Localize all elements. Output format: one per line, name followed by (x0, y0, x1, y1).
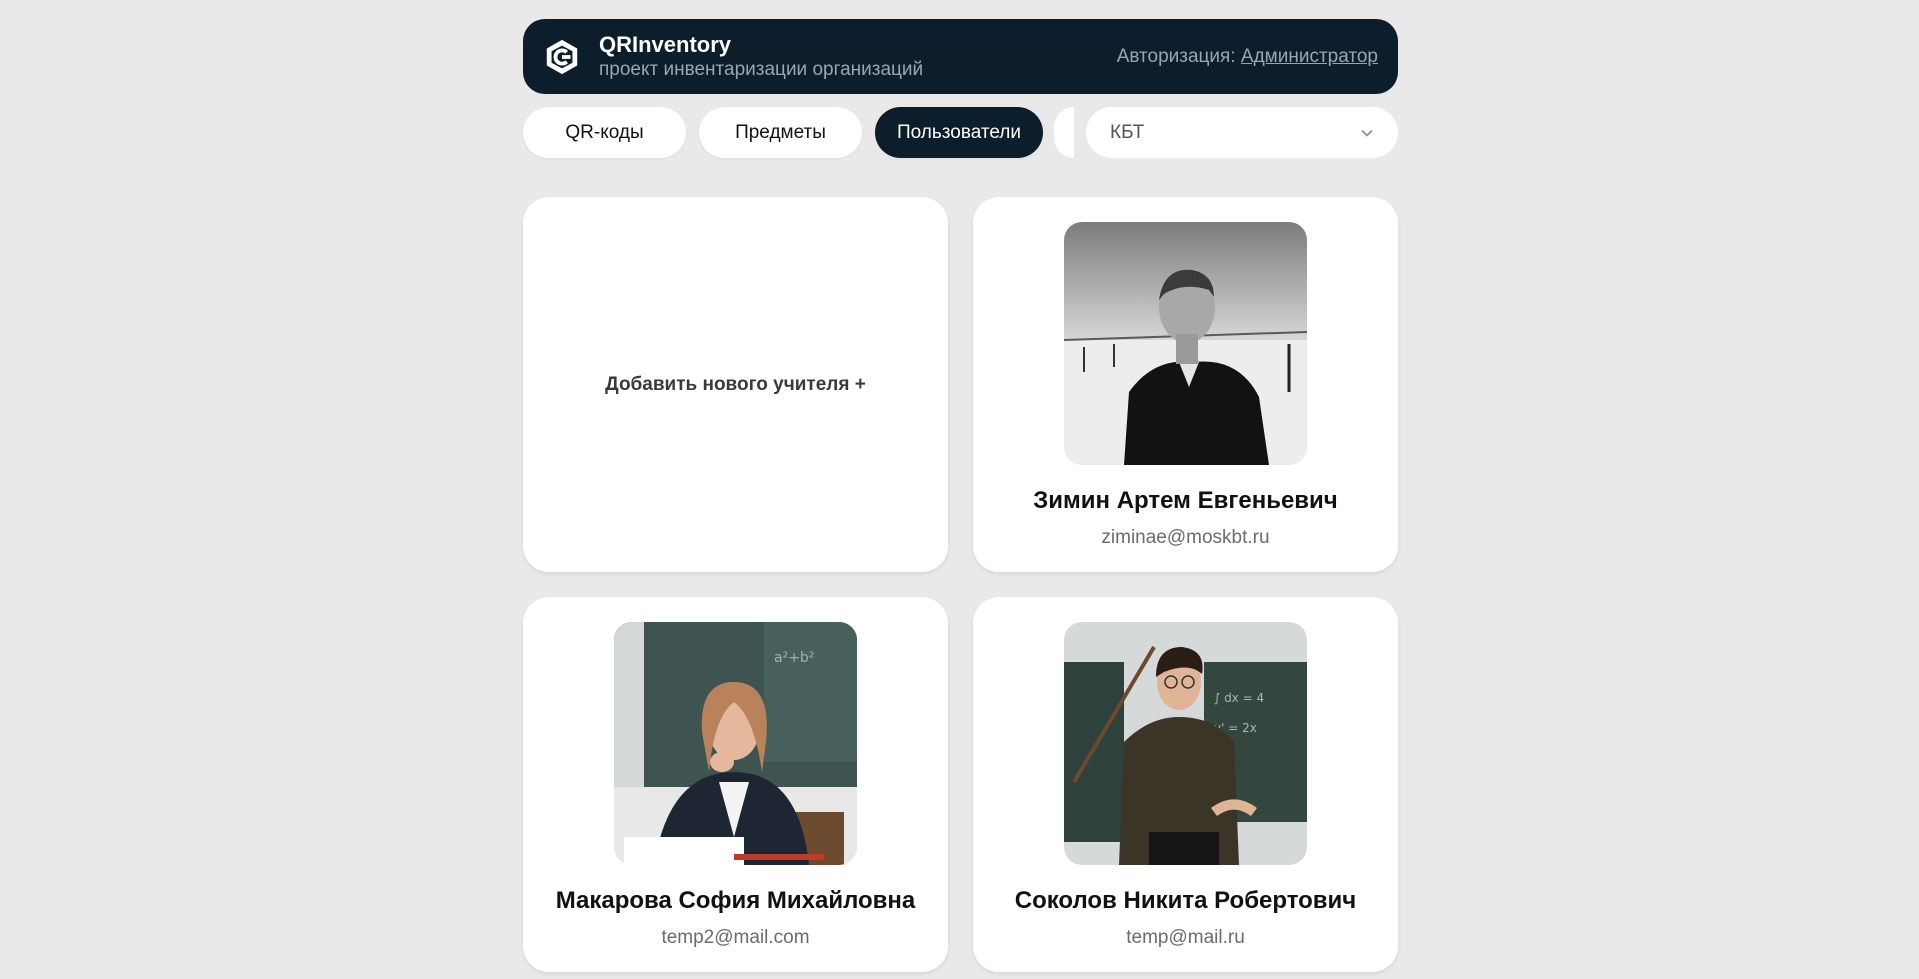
organization-select[interactable]: КБТ (1086, 107, 1398, 158)
chevron-down-icon (1361, 129, 1373, 137)
app-header: QRInventory проект инвентаризации органи… (523, 19, 1398, 94)
tab-qr-codes[interactable]: QR-коды (523, 107, 686, 158)
tab-items[interactable]: Предметы (699, 107, 862, 158)
user-card[interactable]: Зимин Артем Евгеньевич ziminae@moskbt.ru (973, 197, 1398, 572)
user-avatar: ∫ dx = 4 y' = 2x (1064, 622, 1307, 865)
app-name: QRInventory (599, 31, 732, 57)
user-name: Соколов Никита Робертович (1014, 887, 1357, 914)
organization-select-value: КБТ (1110, 121, 1145, 143)
add-teacher-label: Добавить нового учителя + (605, 373, 866, 395)
svg-text:∫ dx = 4: ∫ dx = 4 (1214, 691, 1264, 705)
nav-tabs: QR-коды Предметы Пользователи КБТ (523, 107, 1398, 158)
tab-users[interactable]: Пользователи (875, 107, 1043, 158)
user-email: temp@mail.ru (1126, 927, 1245, 948)
user-name: Макарова София Михайловна (555, 887, 916, 914)
user-card[interactable]: a²+b² Макарова София Михайловна temp2@ma… (523, 597, 948, 972)
brand: QRInventory проект инвентаризации органи… (599, 32, 923, 81)
tabs-separator (1054, 107, 1074, 158)
auth-info: Авторизация: Администратор (1117, 46, 1378, 68)
user-avatar (1064, 222, 1307, 465)
page-container: QRInventory проект инвентаризации органи… (523, 19, 1398, 972)
user-name: Зимин Артем Евгеньевич (1033, 487, 1338, 514)
svg-text:a²+b²: a²+b² (774, 650, 814, 666)
users-grid: Добавить нового учителя + Зимин Артем Ев… (523, 197, 1398, 972)
user-email: temp2@mail.com (661, 927, 810, 948)
qrinventory-logo-icon[interactable] (543, 38, 581, 76)
auth-user-link[interactable]: Администратор (1241, 46, 1378, 67)
user-email: ziminae@moskbt.ru (1101, 527, 1270, 548)
app-subtitle: проект инвентаризации организаций (599, 59, 924, 81)
add-teacher-card[interactable]: Добавить нового учителя + (523, 197, 948, 572)
user-card[interactable]: ∫ dx = 4 y' = 2x Соколов Никита Робертов… (973, 597, 1398, 972)
user-avatar: a²+b² (614, 622, 857, 865)
auth-label: Авторизация: (1116, 45, 1236, 67)
